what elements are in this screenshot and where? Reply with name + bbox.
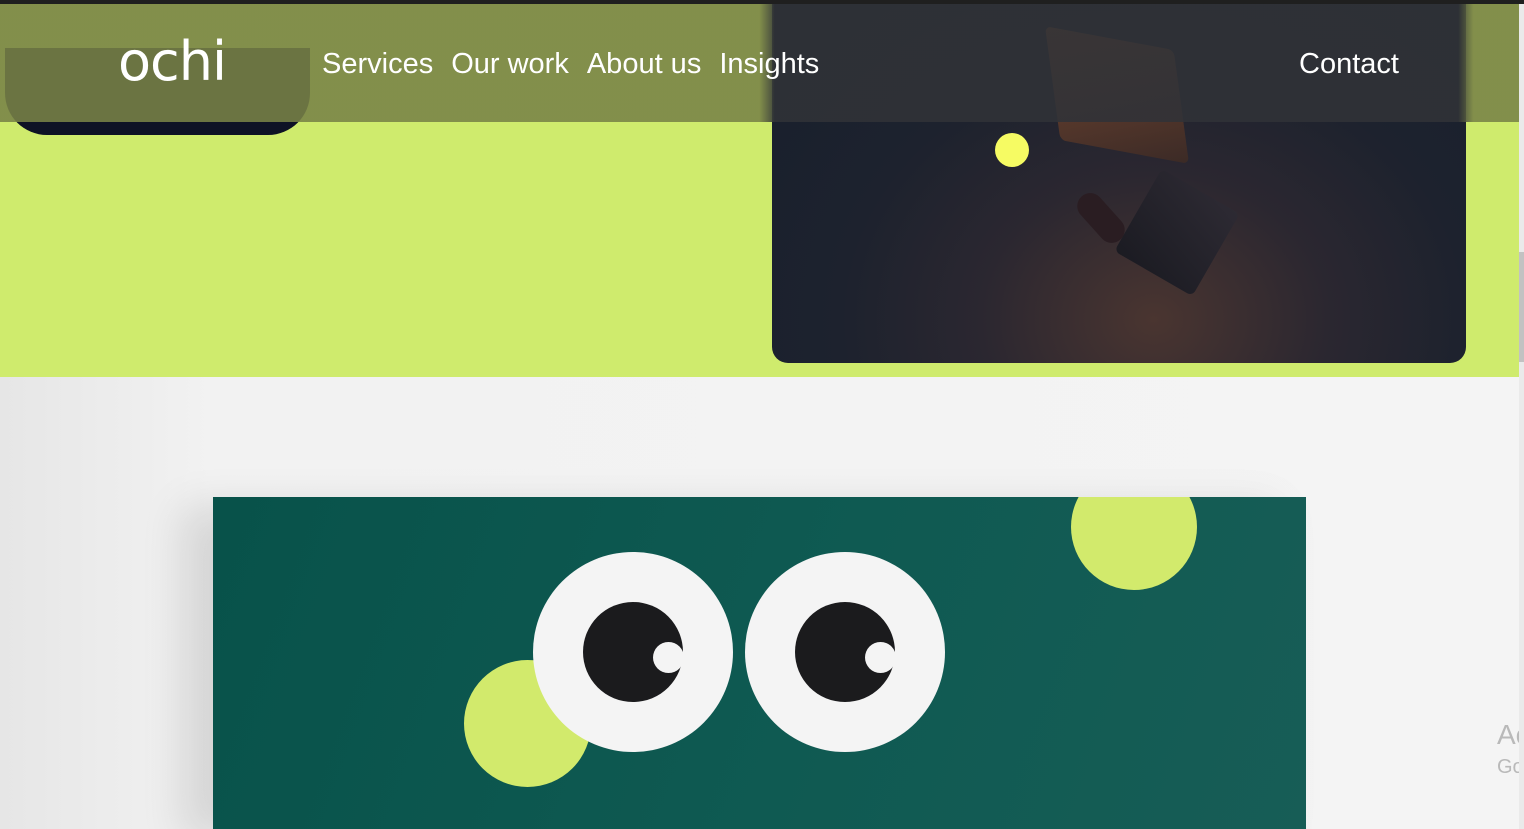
right-pupil: [795, 602, 896, 702]
scrollbar-track[interactable]: [1519, 0, 1524, 829]
left-eye: [533, 552, 733, 752]
left-eye-glint: [653, 642, 684, 673]
right-eye: [745, 552, 945, 752]
nav-link-our-work[interactable]: Our work: [451, 44, 569, 84]
eyes-illustration-panel: [213, 497, 1306, 829]
cursor-dot-icon: [995, 133, 1029, 167]
top-navbar: ochi Services Our work About us Insights…: [0, 4, 1519, 122]
left-pupil: [583, 602, 684, 702]
ochi-logo[interactable]: ochi: [118, 32, 227, 92]
nav-link-services[interactable]: Services: [322, 44, 433, 84]
floating-cube-shape: [1114, 168, 1240, 297]
nav-link-contact[interactable]: Contact: [1299, 44, 1399, 84]
scrollbar-thumb[interactable]: [1519, 252, 1524, 362]
lime-circle-decoration: [1071, 497, 1197, 590]
window-top-border: [0, 0, 1524, 4]
nav-links: Services Our work About us Insights: [322, 44, 819, 84]
nav-link-about-us[interactable]: About us: [587, 44, 701, 84]
nav-link-insights[interactable]: Insights: [719, 44, 819, 84]
right-eye-glint: [865, 642, 896, 673]
